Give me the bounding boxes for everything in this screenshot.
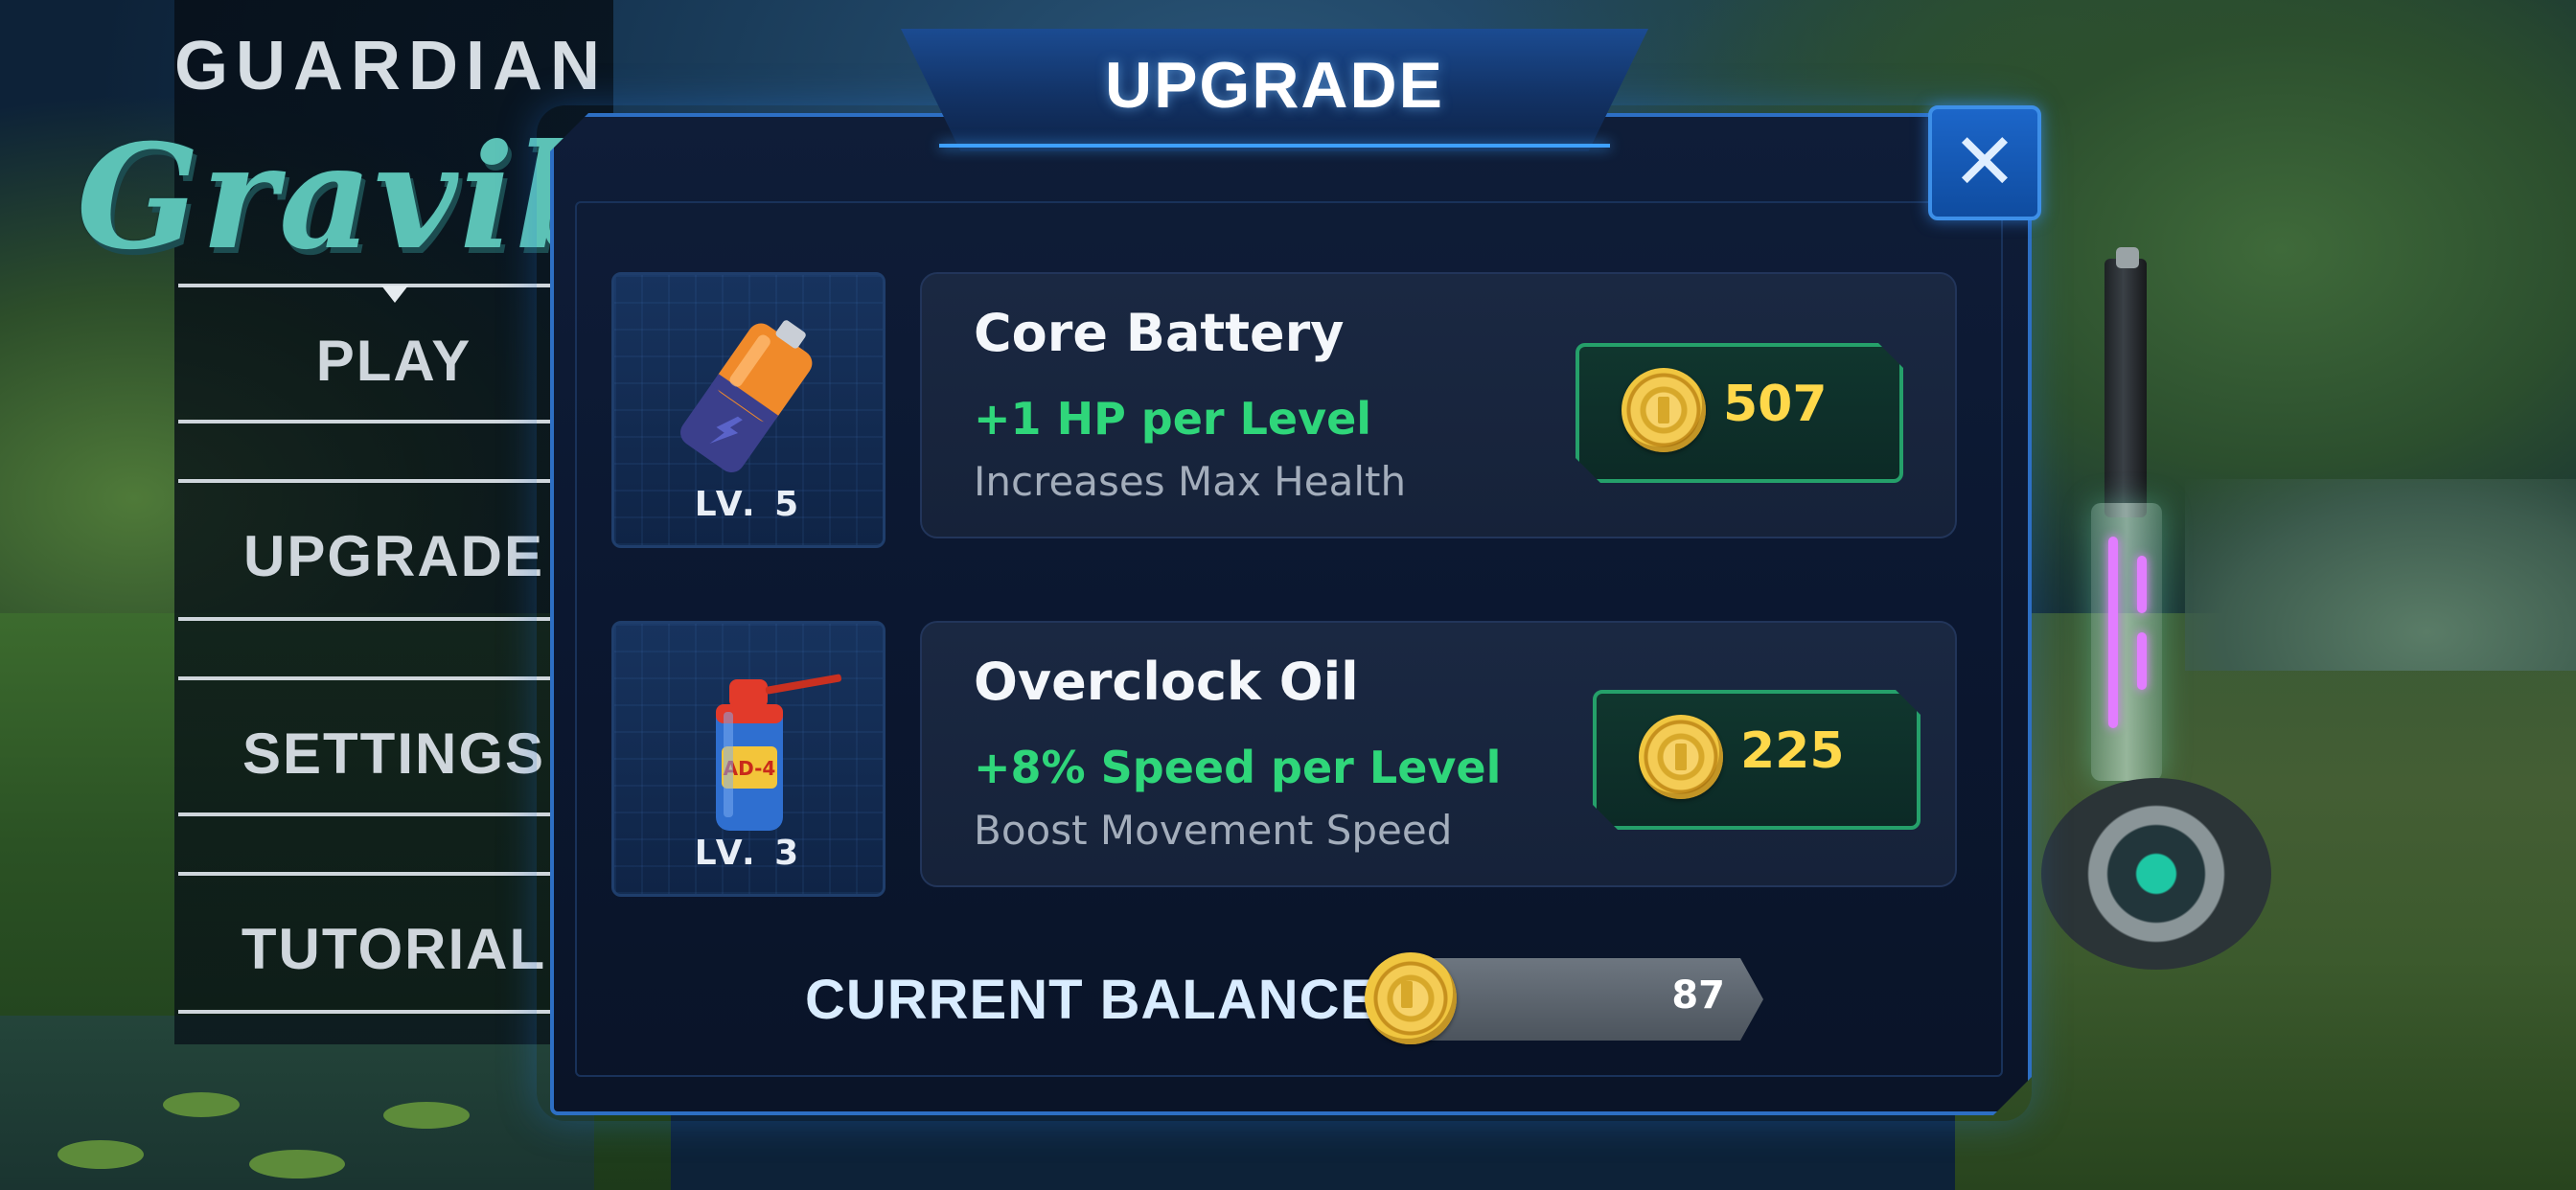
menu-divider <box>178 872 581 876</box>
menu-divider <box>178 1010 581 1014</box>
item-price: 225 <box>1740 722 1845 780</box>
coin-icon <box>1622 368 1706 452</box>
menu-divider <box>178 284 581 287</box>
lily-pad <box>383 1102 470 1129</box>
item-bonus: +1 HP per Level <box>974 393 1372 445</box>
close-icon: ✕ <box>1951 117 2018 208</box>
menu-divider <box>178 479 581 483</box>
item-icon-card[interactable]: AD-4 LV. 3 <box>611 621 886 897</box>
coin-icon <box>1639 715 1723 799</box>
menu-divider <box>178 676 581 680</box>
item-name: Core Battery <box>974 303 1345 363</box>
balance-label: CURRENT BALANCE: <box>805 969 1398 1031</box>
item-level: LV. 5 <box>694 485 803 524</box>
totem-light-bar <box>2137 556 2147 613</box>
guardian-totem-tube <box>2091 503 2162 781</box>
menu-divider <box>178 420 581 423</box>
balance-value: 87 <box>1671 973 1725 1018</box>
lily-pad <box>249 1150 345 1179</box>
item-name: Overclock Oil <box>974 652 1359 712</box>
totem-light-bar <box>2108 537 2118 728</box>
distant-hill <box>2185 479 2576 671</box>
lily-pad <box>163 1092 240 1117</box>
item-price: 507 <box>1723 376 1828 433</box>
guardian-totem-base <box>2041 778 2271 970</box>
upgrade-header-glow-line <box>939 144 1610 148</box>
item-description: Increases Max Health <box>974 458 1407 505</box>
oil-can-icon: AD-4 <box>716 674 842 831</box>
guardian-totem-pole <box>2104 259 2147 517</box>
guardian-totem-cap <box>2116 247 2139 268</box>
battery-icon <box>680 320 813 473</box>
buy-button[interactable]: 225 <box>1593 690 1920 830</box>
menu-divider <box>178 617 581 621</box>
buy-button[interactable]: 507 <box>1576 343 1903 483</box>
lily-pad <box>58 1140 144 1169</box>
item-level: LV. 3 <box>694 834 803 873</box>
close-button[interactable]: ✕ <box>1928 105 2041 220</box>
item-icon-card[interactable]: LV. 5 <box>611 272 886 548</box>
menu-title: GUARDIAN <box>174 28 608 104</box>
item-bonus: +8% Speed per Level <box>974 742 1502 793</box>
menu-divider <box>178 812 581 816</box>
upgrade-title: UPGRADE <box>1104 49 1445 122</box>
chevron-down-icon <box>381 286 408 303</box>
item-description: Boost Movement Speed <box>974 807 1453 854</box>
totem-light-bar <box>2137 632 2147 690</box>
